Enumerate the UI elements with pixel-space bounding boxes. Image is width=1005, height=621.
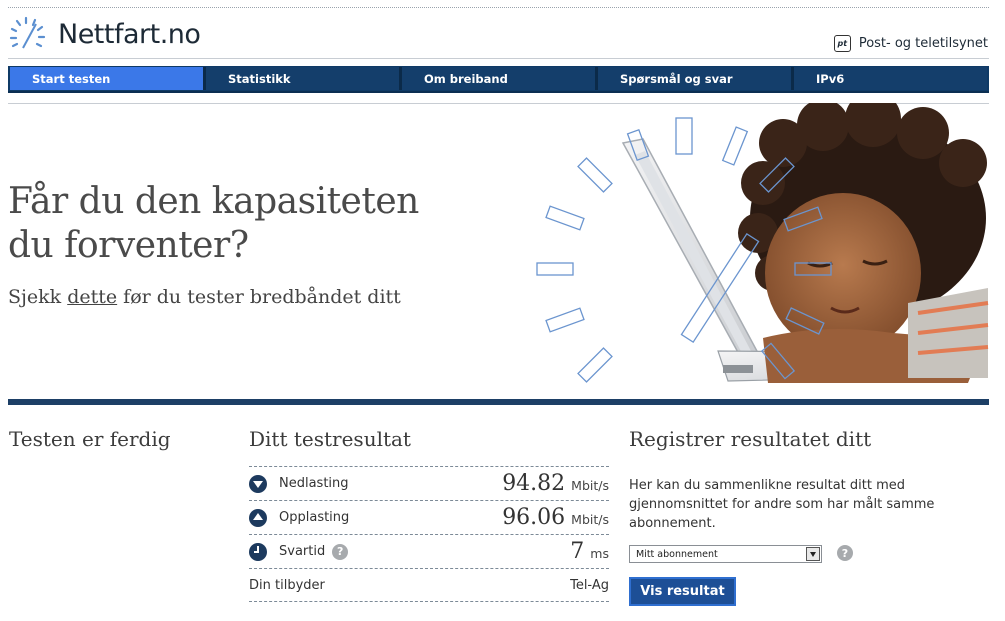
nav-item-statistikk[interactable]: Statistikk <box>206 67 402 90</box>
download-value: 94.82 <box>502 471 566 496</box>
partner-link[interactable]: pt Post- og teletilsynet <box>833 35 988 52</box>
hero-subtitle: Sjekk dette før du tester bredbåndet dit… <box>8 286 401 308</box>
download-unit: Mbit/s <box>571 478 609 493</box>
hero-illustration <box>536 103 989 383</box>
subscription-select[interactable]: Mitt abonnement <box>629 545 822 563</box>
provider-row: Din tilbyder Tel-Ag <box>249 568 609 602</box>
child-image <box>738 103 989 383</box>
upload-value: 96.06 <box>502 505 566 530</box>
download-icon <box>249 474 267 493</box>
latency-help-icon[interactable]: ? <box>332 543 349 560</box>
register-heading: Registrer resultatet ditt <box>629 427 872 451</box>
upload-row: Opplasting 96.06 Mbit/s <box>249 500 609 534</box>
chevron-down-icon[interactable] <box>806 547 820 561</box>
nav-item-start-testen[interactable]: Start testen <box>10 67 206 90</box>
upload-label: Opplasting <box>279 510 350 525</box>
speedometer-logo-icon <box>9 16 46 49</box>
latency-row: Svartid ? 7 ms <box>249 534 609 568</box>
nav-item-ipv6[interactable]: IPv6 <box>794 67 987 90</box>
header-divider <box>8 58 989 59</box>
partner-name: Post- og teletilsynet <box>858 36 988 51</box>
hero-subtitle-suffix: før du tester bredbåndet ditt <box>117 286 401 308</box>
site-logo[interactable]: Nettfart.no <box>8 16 201 52</box>
latency-unit: ms <box>590 546 609 561</box>
hero-link-dette[interactable]: dette <box>67 286 117 308</box>
nav-item-sporsmal-og-svar[interactable]: Spørsmål og svar <box>598 67 794 90</box>
provider-label: Din tilbyder <box>249 577 325 593</box>
status-heading: Testen er ferdig <box>9 427 171 451</box>
latency-value: 7 <box>570 539 585 564</box>
hero-title: Får du den kapasiteten du forventer? <box>8 181 419 266</box>
subscription-select-value: Mitt abonnement <box>636 548 718 560</box>
results-heading: Ditt testresultat <box>249 427 411 451</box>
upload-icon <box>249 508 267 527</box>
download-label: Nedlasting <box>279 476 349 491</box>
logo-text: Nettfart.no <box>58 18 201 50</box>
download-row: Nedlasting 94.82 Mbit/s <box>249 466 609 500</box>
clock-icon <box>249 542 267 561</box>
hero-subtitle-prefix: Sjekk <box>8 286 68 308</box>
main-navigation: Start testen Statistikk Om breiband Spør… <box>8 66 989 93</box>
results-table: Nedlasting 94.82 Mbit/s Opplasting 96.06 M… <box>249 466 609 602</box>
section-divider-bar <box>8 399 989 405</box>
provider-value: Tel-Ag <box>570 577 609 593</box>
upload-unit: Mbit/s <box>571 512 609 527</box>
latency-label: Svartid <box>279 544 326 559</box>
nav-item-om-breiband[interactable]: Om breiband <box>402 67 598 90</box>
show-result-button[interactable]: Vis resultat <box>629 577 736 606</box>
top-dotted-line <box>8 7 989 8</box>
subscription-help-icon[interactable]: ? <box>837 545 853 561</box>
pt-logo-icon: pt <box>833 35 851 52</box>
hero-banner: Får du den kapasiteten du forventer? Sje… <box>8 103 989 398</box>
register-description: Her kan du sammenlikne resultat ditt med… <box>629 478 935 531</box>
